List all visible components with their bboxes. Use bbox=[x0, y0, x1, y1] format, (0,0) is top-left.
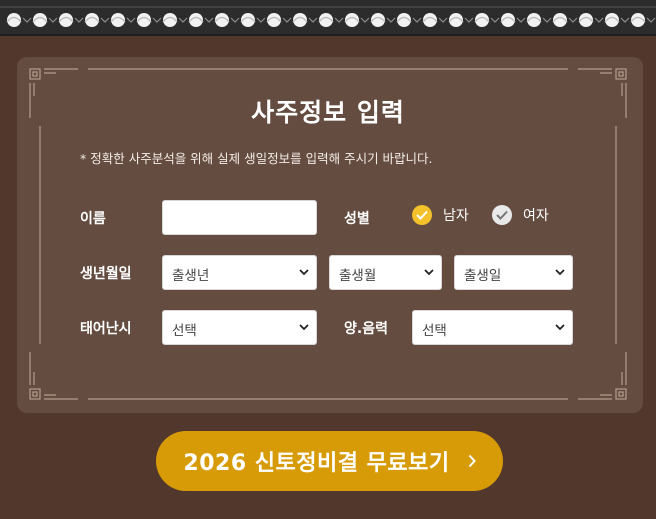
page-title: 사주정보 입력 bbox=[251, 98, 405, 127]
calendar-type-select[interactable]: 선택 bbox=[412, 310, 573, 345]
gender-male-label: 남자 bbox=[443, 208, 469, 224]
chevron-down-icon bbox=[299, 324, 309, 331]
birth-year-value: 출생년 bbox=[172, 268, 210, 284]
birth-year-select[interactable]: 출생년 bbox=[162, 255, 317, 290]
birth-month-select[interactable]: 출생월 bbox=[329, 255, 442, 290]
chevron-right-icon bbox=[468, 454, 476, 468]
calendar-type-value: 선택 bbox=[422, 323, 447, 339]
birth-day-select[interactable]: 출생일 bbox=[454, 255, 573, 290]
gender-female-radio[interactable]: 여자 bbox=[492, 205, 549, 225]
birth-day-value: 출생일 bbox=[464, 268, 502, 284]
gender-male-radio[interactable]: 남자 bbox=[412, 205, 469, 225]
check-icon bbox=[492, 205, 512, 225]
birth-time-label: 태어난시 bbox=[80, 321, 132, 337]
chevron-down-icon bbox=[424, 269, 434, 276]
chevron-down-icon bbox=[555, 269, 565, 276]
chevron-down-icon bbox=[299, 269, 309, 276]
notice-text: * 정확한 사주분석을 위해 실제 생일정보를 입력해 주시기 바랍니다. bbox=[80, 151, 433, 166]
name-label: 이름 bbox=[80, 211, 106, 227]
check-icon bbox=[412, 205, 432, 225]
birth-time-value: 선택 bbox=[172, 323, 197, 339]
name-input[interactable] bbox=[162, 200, 317, 235]
free-fortune-button-label: 2026 신토정비결 무료보기 bbox=[183, 451, 450, 476]
birth-month-value: 출생월 bbox=[339, 268, 377, 284]
birth-time-select[interactable]: 선택 bbox=[162, 310, 317, 345]
birthdate-label: 생년월일 bbox=[80, 266, 132, 282]
gender-label: 성별 bbox=[344, 211, 370, 227]
gender-female-label: 여자 bbox=[523, 208, 549, 224]
calendar-type-label: 양.음력 bbox=[344, 321, 388, 337]
chevron-down-icon bbox=[555, 324, 565, 331]
free-fortune-button[interactable]: 2026 신토정비결 무료보기 bbox=[156, 431, 503, 491]
